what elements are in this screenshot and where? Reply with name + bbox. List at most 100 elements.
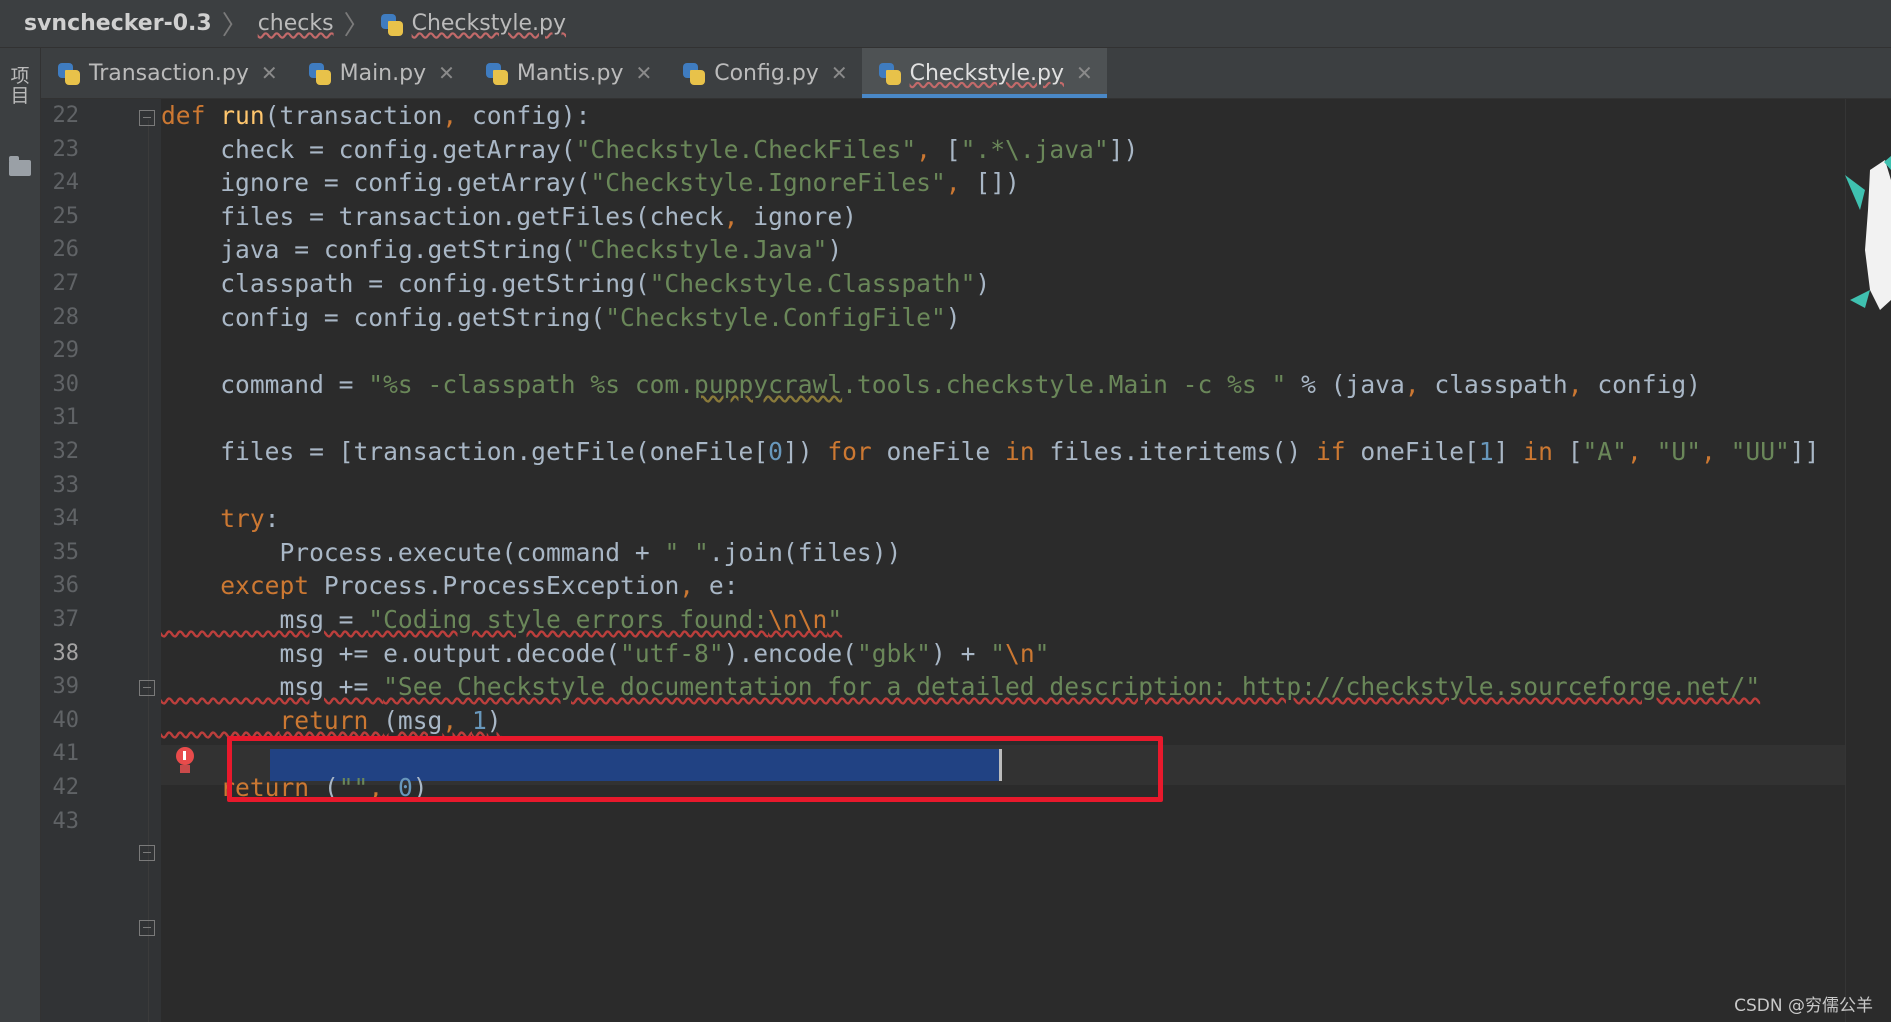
python-file-icon bbox=[57, 61, 81, 85]
code-token: "utf-8" bbox=[620, 638, 724, 668]
code-token: (msg bbox=[383, 705, 443, 735]
code-token: "UU" bbox=[1730, 437, 1790, 466]
code-token: " " bbox=[664, 537, 709, 567]
code-token: \n\n bbox=[768, 605, 828, 634]
line-number: 43 bbox=[52, 808, 80, 834]
mascot-decoration bbox=[1845, 156, 1891, 310]
code-token: , bbox=[945, 168, 976, 198]
code-token: e: bbox=[708, 571, 739, 601]
code-token: in bbox=[1523, 437, 1568, 466]
tab-config[interactable]: Config.py ✕ bbox=[666, 48, 861, 98]
code-token: files.iteritems() bbox=[1049, 437, 1316, 466]
breadcrumb-folder[interactable]: checks bbox=[258, 11, 334, 36]
python-file-icon bbox=[878, 61, 902, 85]
code-token: msg += bbox=[161, 672, 384, 702]
code-token: "Coding style errors found: bbox=[368, 605, 769, 634]
code-token: classpath bbox=[1434, 369, 1568, 399]
code-token: java = config.getString( bbox=[161, 235, 576, 265]
code-token: "U" bbox=[1656, 437, 1701, 466]
code-token: ) + bbox=[930, 638, 991, 668]
code-token: Process.ProcessException bbox=[323, 571, 680, 601]
code-token: , bbox=[442, 705, 472, 735]
code-token: , bbox=[916, 134, 946, 164]
code-token: "Checkstyle.CheckFiles" bbox=[575, 134, 917, 164]
code-token: , bbox=[1701, 437, 1731, 466]
code-token: , bbox=[1404, 369, 1435, 399]
code-token: config = config.getString( bbox=[161, 302, 606, 332]
code-token: "Checkstyle.ConfigFile" bbox=[605, 302, 946, 332]
tab-main[interactable]: Main.py ✕ bbox=[292, 48, 469, 98]
code-token: return bbox=[279, 705, 384, 735]
code-token: classpath = config.getString( bbox=[161, 269, 650, 298]
code-token: ]] bbox=[1789, 437, 1820, 466]
code-token: ).encode( bbox=[723, 638, 857, 668]
code-token: []) bbox=[975, 168, 1020, 198]
fold-marker-icon[interactable] bbox=[139, 845, 155, 861]
fold-marker-icon[interactable] bbox=[139, 680, 155, 696]
code-token: "Checkstyle.IgnoreFiles" bbox=[590, 168, 946, 198]
code-token: 0 bbox=[768, 437, 783, 466]
code-token: files = [transaction.getFile(oneFile[ bbox=[161, 437, 769, 466]
code-token: command = bbox=[161, 369, 369, 399]
code-token: ) bbox=[827, 235, 843, 265]
left-tool-strip: 项目 kmarks bbox=[0, 48, 41, 1022]
code-token: try bbox=[220, 504, 265, 534]
code-token: , bbox=[723, 201, 754, 231]
fold-marker-icon[interactable] bbox=[139, 110, 155, 126]
code-line[interactable]: command = "%s -classpath %s com.puppycra… bbox=[161, 365, 1701, 405]
code-line[interactable]: files = [transaction.getFile(oneFile[0])… bbox=[161, 432, 1819, 472]
code-token: for bbox=[827, 437, 887, 466]
close-icon[interactable]: ✕ bbox=[261, 61, 278, 85]
code-token: [ bbox=[945, 134, 961, 164]
code-token: 1 bbox=[1478, 437, 1494, 466]
code-token: check = config.getArray( bbox=[161, 134, 576, 164]
breadcrumb-project[interactable]: svnchecker-0.3 bbox=[24, 11, 212, 36]
code-token: except bbox=[220, 571, 324, 601]
code-token: " bbox=[827, 605, 843, 634]
code-token: msg = bbox=[161, 605, 369, 634]
tab-label: Checkstyle.py bbox=[909, 60, 1064, 86]
code-token: "Checkstyle.Java" bbox=[575, 235, 828, 265]
code-token: .join(files)) bbox=[708, 537, 902, 567]
code-token: "See Checkstyle documentation for a deta… bbox=[383, 672, 1761, 702]
close-icon[interactable]: ✕ bbox=[831, 61, 848, 85]
tab-checkstyle[interactable]: Checkstyle.py ✕ bbox=[861, 48, 1107, 98]
code-token: "Checkstyle.Classpath" bbox=[649, 269, 976, 298]
code-token: Process.execute(command + bbox=[161, 537, 665, 567]
close-icon[interactable]: ✕ bbox=[438, 61, 455, 85]
code-line[interactable]: return (msg, 1) bbox=[161, 701, 501, 741]
project-tool-tab[interactable]: 项目 bbox=[8, 66, 32, 106]
code-token: def bbox=[161, 101, 221, 130]
breadcrumb-file: Checkstyle.py bbox=[411, 11, 567, 36]
breadcrumb-separator-icon: 〉 bbox=[343, 11, 370, 41]
watermark: CSDN @穷儒公羊 bbox=[1734, 996, 1873, 1016]
tab-label: Config.py bbox=[714, 60, 819, 86]
code-token: in bbox=[1005, 437, 1050, 466]
fold-marker-icon[interactable] bbox=[139, 920, 155, 936]
close-icon[interactable]: ✕ bbox=[635, 61, 652, 85]
error-bulb-icon[interactable] bbox=[175, 745, 195, 777]
code-token: , bbox=[679, 571, 709, 601]
fold-guide bbox=[148, 120, 149, 1022]
code-token: ]) bbox=[782, 437, 828, 466]
code-token: files = transaction.getFiles(check bbox=[161, 201, 724, 231]
breadcrumb-file-item[interactable]: Checkstyle.py bbox=[380, 11, 566, 36]
code-token: % (java bbox=[1286, 369, 1405, 399]
close-icon[interactable]: ✕ bbox=[1076, 61, 1093, 85]
tab-transaction[interactable]: Transaction.py ✕ bbox=[41, 48, 292, 98]
code-token: puppycrawl bbox=[694, 369, 843, 399]
tab-mantis[interactable]: Mantis.py ✕ bbox=[469, 48, 666, 98]
code-line[interactable]: config = config.getString("Checkstyle.Co… bbox=[161, 298, 960, 338]
code-token: 1 bbox=[471, 705, 487, 735]
breadcrumb-separator-icon: 〉 bbox=[221, 11, 248, 41]
code-token: "A" bbox=[1582, 437, 1627, 466]
folder-icon[interactable] bbox=[9, 156, 31, 176]
code-token: , bbox=[442, 101, 472, 130]
code-token: oneFile[ bbox=[1360, 437, 1479, 466]
code-token: , bbox=[1567, 369, 1598, 399]
code-token: ignore = config.getArray( bbox=[161, 168, 591, 198]
